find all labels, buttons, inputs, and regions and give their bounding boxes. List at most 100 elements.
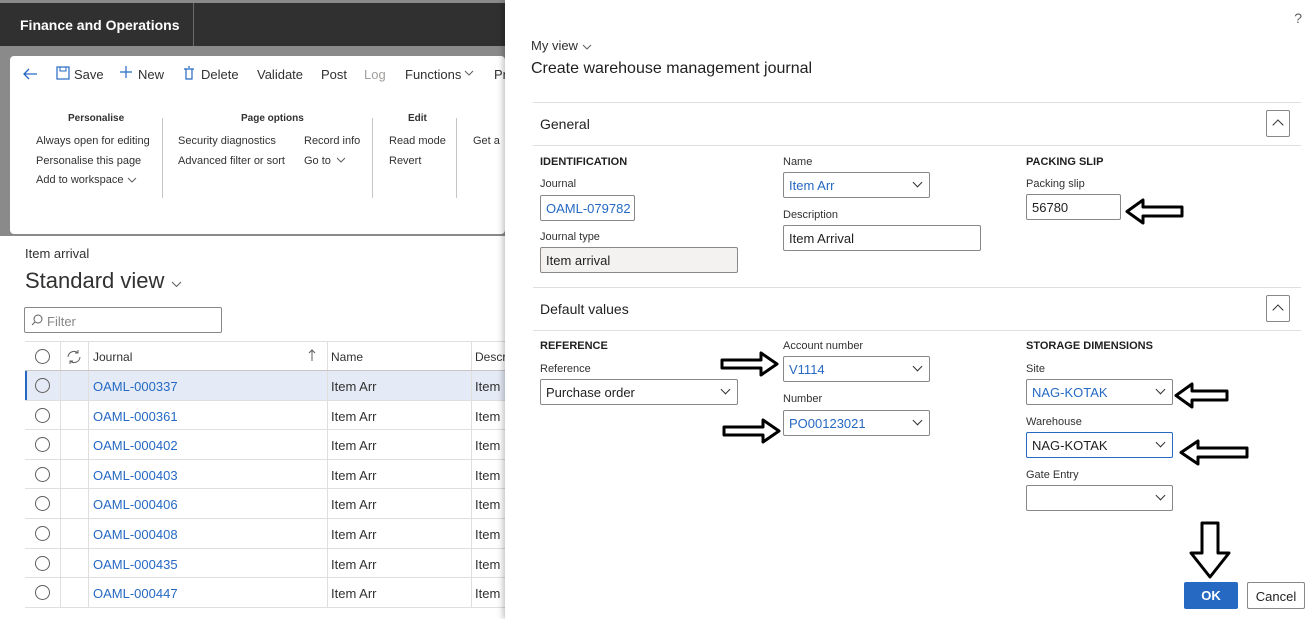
- packing-slip-label: Packing slip: [1026, 178, 1085, 190]
- personalise-page[interactable]: Personalise this page: [36, 155, 141, 167]
- table-row[interactable]: OAML-000447 Item Arr Item: [25, 578, 505, 608]
- column-divider: [327, 578, 328, 607]
- row-select-checkbox[interactable]: [35, 525, 50, 541]
- number-value: PO00123021: [789, 416, 866, 431]
- select-all-checkbox[interactable]: [35, 349, 50, 364]
- description-cell: Item: [475, 438, 501, 454]
- journal-field[interactable]: OAML-079782: [540, 195, 635, 221]
- journal-cell[interactable]: OAML-000447: [93, 586, 178, 601]
- table-row[interactable]: OAML-000406 Item Arr Item: [25, 489, 505, 519]
- column-header-journal[interactable]: Journal: [93, 350, 132, 364]
- table-row[interactable]: OAML-000435 Item Arr Item: [25, 548, 505, 579]
- back-arrow-icon[interactable]: [22, 67, 38, 81]
- journal-cell[interactable]: OAML-000337: [93, 379, 178, 394]
- name-cell: Item Arr: [331, 467, 377, 483]
- app-title: Finance and Operations: [20, 17, 180, 33]
- column-divider: [327, 518, 328, 548]
- table-row[interactable]: OAML-000402 Item Arr Item: [25, 430, 505, 460]
- dialog-title: Create warehouse management journal: [531, 60, 813, 77]
- description-cell: Item: [475, 556, 501, 572]
- new-button[interactable]: New: [138, 67, 164, 82]
- column-divider: [471, 578, 472, 607]
- add-to-workspace[interactable]: Add to workspace: [36, 174, 123, 186]
- read-mode[interactable]: Read mode: [389, 135, 446, 147]
- save-button[interactable]: Save: [74, 67, 104, 82]
- description-field[interactable]: Item Arrival: [783, 225, 981, 251]
- gate-entry-dropdown[interactable]: [1026, 485, 1173, 511]
- annotation-arrow-left-icon: [1125, 198, 1184, 225]
- help-icon[interactable]: ?: [1294, 10, 1302, 26]
- view-selector[interactable]: Standard view: [25, 268, 182, 294]
- warehouse-label: Warehouse: [1026, 416, 1082, 428]
- page-options-group-title: Page options: [241, 113, 304, 124]
- validate-button[interactable]: Validate: [257, 67, 303, 82]
- group-divider: [456, 118, 457, 198]
- row-select-checkbox[interactable]: [35, 555, 50, 571]
- name-cell: Item Arr: [331, 586, 377, 602]
- cancel-button[interactable]: Cancel: [1247, 582, 1305, 609]
- site-dropdown[interactable]: NAG-KOTAK: [1026, 379, 1173, 405]
- table-row[interactable]: OAML-000337 Item Arr Item: [25, 371, 505, 401]
- chevron-down-icon: [1155, 437, 1166, 448]
- annotation-arrow-left-icon: [1179, 439, 1249, 466]
- table-row[interactable]: OAML-000408 Item Arr Item: [25, 518, 505, 549]
- column-header-description[interactable]: Descr: [475, 350, 506, 364]
- post-button[interactable]: Post: [321, 67, 347, 82]
- name-cell: Item Arr: [331, 556, 377, 572]
- my-view-label: My view: [531, 38, 578, 53]
- journal-cell[interactable]: OAML-000408: [93, 527, 178, 542]
- journal-cell[interactable]: OAML-000361: [93, 409, 178, 424]
- chevron-down-icon: [912, 361, 923, 372]
- revert[interactable]: Revert: [389, 155, 421, 167]
- row-select-checkbox[interactable]: [35, 378, 50, 393]
- chevron-up-icon: [1272, 304, 1284, 316]
- security-diagnostics[interactable]: Security diagnostics: [178, 135, 276, 147]
- journal-cell[interactable]: OAML-000403: [93, 468, 178, 483]
- row-select-checkbox[interactable]: [35, 466, 50, 482]
- collapse-default-values-button[interactable]: [1266, 295, 1290, 322]
- table-row[interactable]: OAML-000403 Item Arr Item: [25, 459, 505, 490]
- journal-cell[interactable]: OAML-000402: [93, 438, 178, 453]
- account-number-dropdown[interactable]: V1114: [783, 356, 930, 382]
- record-info[interactable]: Record info: [304, 135, 360, 147]
- column-divider: [60, 342, 61, 370]
- row-select-checkbox[interactable]: [35, 407, 50, 423]
- reference-label: Reference: [540, 363, 591, 375]
- my-view-selector[interactable]: My view: [531, 38, 592, 53]
- row-select-checkbox[interactable]: [35, 496, 50, 512]
- general-section-header[interactable]: General: [533, 102, 1301, 146]
- default-values-section-header[interactable]: Default values: [533, 287, 1301, 331]
- name-cell: Item Arr: [331, 438, 377, 454]
- ok-button[interactable]: OK: [1184, 582, 1238, 609]
- reference-dropdown[interactable]: Purchase order: [540, 379, 738, 405]
- name-dropdown[interactable]: Item Arr: [783, 172, 930, 198]
- functions-menu[interactable]: Functions: [405, 67, 461, 82]
- advanced-filter-sort[interactable]: Advanced filter or sort: [178, 155, 285, 167]
- table-row[interactable]: OAML-000361 Item Arr Item: [25, 400, 505, 431]
- refresh-icon[interactable]: [66, 350, 82, 364]
- number-dropdown[interactable]: PO00123021: [783, 410, 930, 436]
- personalise-group-title: Personalise: [68, 113, 125, 124]
- log-button[interactable]: Log: [364, 67, 386, 82]
- collapse-general-button[interactable]: [1266, 110, 1290, 137]
- get-a-item[interactable]: Get a: [473, 135, 500, 147]
- journal-type-label: Journal type: [540, 231, 600, 243]
- reference-group-title: REFERENCE: [540, 340, 608, 352]
- journal-cell[interactable]: OAML-000435: [93, 557, 178, 572]
- packing-slip-field[interactable]: 56780: [1026, 194, 1121, 220]
- warehouse-dropdown[interactable]: NAG-KOTAK: [1026, 432, 1173, 458]
- filter-input[interactable]: Filter: [24, 307, 222, 333]
- chevron-down-icon: [720, 384, 731, 395]
- row-select-checkbox[interactable]: [35, 585, 50, 601]
- delete-button[interactable]: Delete: [201, 67, 239, 82]
- column-divider: [60, 578, 61, 607]
- name-cell: Item Arr: [331, 379, 377, 394]
- column-divider: [60, 459, 61, 489]
- plus-icon: [120, 66, 132, 78]
- always-open-editing[interactable]: Always open for editing: [36, 135, 150, 147]
- warehouse-value: NAG-KOTAK: [1032, 438, 1108, 453]
- journal-cell[interactable]: OAML-000406: [93, 497, 178, 512]
- go-to[interactable]: Go to: [304, 155, 331, 167]
- row-select-checkbox[interactable]: [35, 437, 50, 453]
- column-header-name[interactable]: Name: [331, 350, 363, 364]
